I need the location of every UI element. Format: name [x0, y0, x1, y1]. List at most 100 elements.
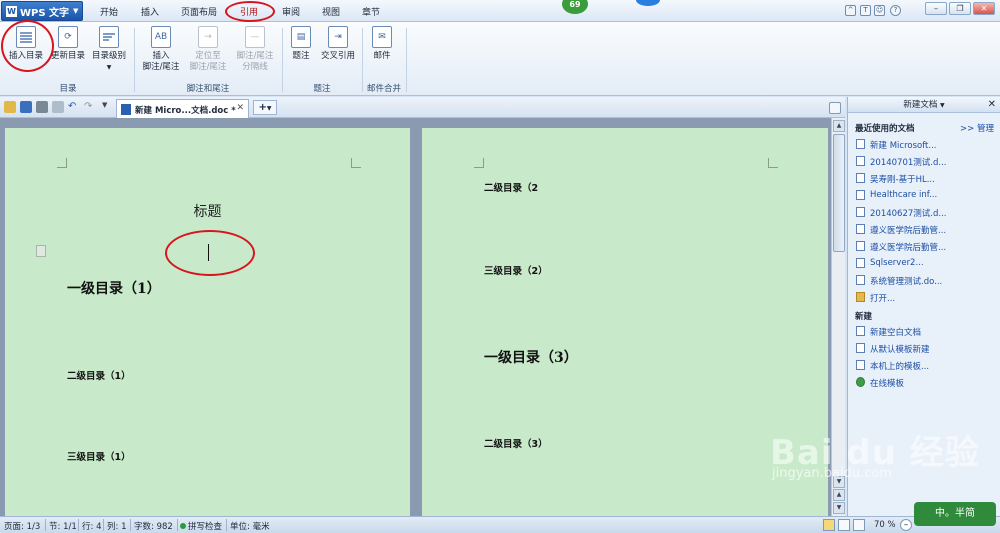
status-divider [226, 519, 227, 531]
ribbon-collapse-icon[interactable]: ^ [845, 5, 856, 16]
recent-doc-item[interactable]: 新建 Microsoft... [856, 139, 937, 151]
undo-icon[interactable]: ↶ [68, 101, 80, 113]
prev-page-icon[interactable]: ▲ [833, 489, 845, 501]
heading-level3: 三级目录（1） [67, 452, 131, 463]
recent-doc-item[interactable]: Sqlserver2... [856, 258, 924, 268]
scroll-up-icon[interactable]: ▲ [833, 120, 845, 132]
minimize-button[interactable]: – [925, 2, 947, 15]
group-label-footnote: 脚注和尾注 [186, 84, 230, 94]
menu-chapter[interactable]: 章节 [362, 5, 380, 18]
close-tab-icon[interactable]: ✕ [236, 103, 244, 113]
menu-review[interactable]: 审阅 [282, 5, 300, 18]
chevron-down-icon: ▼ [266, 105, 272, 112]
insert-footnote-button[interactable]: AB 插入 脚注/尾注 [139, 26, 183, 73]
goto-footnote-button[interactable]: → 定位至 脚注/尾注 [186, 26, 230, 73]
new-from-default-template-link[interactable]: 从默认模板新建 [856, 343, 930, 355]
print-preview-icon[interactable] [52, 101, 64, 113]
menu-view[interactable]: 视图 [322, 5, 340, 18]
print-icon[interactable] [36, 101, 48, 113]
cross-reference-icon: ⇥ [328, 26, 348, 48]
group-divider [406, 28, 407, 92]
recent-doc-item[interactable]: 遵义医学院后勤管... [856, 224, 947, 236]
close-button[interactable]: ✕ [973, 2, 995, 15]
page-view-icon[interactable] [823, 519, 835, 531]
toc-leader-line: ````````````````````````````````````````… [484, 410, 768, 416]
document-icon [856, 173, 865, 183]
wps-logo-icon: W [6, 5, 17, 17]
open-file-link[interactable]: 打开... [856, 292, 895, 304]
baidu-watermark-url: jingyan.baidu.com [772, 466, 892, 481]
chevron-down-icon: ▼ [106, 64, 112, 71]
template-icon [856, 360, 865, 370]
app-name: WPS 文字 [20, 7, 70, 19]
document-icon [856, 224, 865, 234]
zoom-level[interactable]: 70 % [874, 520, 896, 530]
spell-check-label: 拼写检查 [188, 522, 223, 532]
outline-view-icon[interactable] [838, 519, 850, 531]
recent-doc-item[interactable]: 20140701测试.d... [856, 156, 946, 168]
restore-button[interactable]: ❐ [949, 2, 971, 15]
toc-level-button[interactable]: 目录级别 ▼ [89, 26, 129, 73]
recent-doc-item[interactable]: 20140627测试.d... [856, 207, 946, 219]
web-view-icon[interactable] [853, 519, 865, 531]
recent-doc-item[interactable]: 系统管理测试.do... [856, 275, 942, 287]
recent-doc-label: 遵义医学院后勤管... [870, 226, 947, 236]
save-icon[interactable] [20, 101, 32, 113]
recent-doc-item[interactable]: 吴寿刚-基于HL... [856, 173, 935, 185]
menu-start[interactable]: 开始 [100, 5, 118, 18]
toc-leader-line: ````````````````````````````````````````… [89, 320, 353, 326]
highlight-ring-insert-toc [1, 20, 54, 72]
pane-toggle-icon[interactable] [829, 102, 841, 114]
redo-icon[interactable]: ↷ [84, 101, 96, 113]
status-divider [177, 519, 178, 531]
status-unit[interactable]: 单位: 毫米 [230, 520, 270, 532]
footnote-separator-button[interactable]: — 脚注/尾注 分隔线 [233, 26, 277, 73]
toc-leader-line: ````````````````````````````````````````… [484, 318, 588, 324]
online-templates-link[interactable]: 在线模板 [856, 377, 904, 389]
document-icon [856, 156, 865, 166]
ribbon-references: 插入目录 ⟳ 更新目录 目录级别 ▼ 目录 AB 插入 脚注/尾注 → 定位至 … [0, 22, 1000, 96]
update-toc-label: 更新目录 [50, 51, 85, 61]
update-toc-button[interactable]: ⟳ 更新目录 [48, 26, 88, 62]
quick-access-dropdown-icon[interactable]: ▼ [102, 101, 114, 113]
object-anchor-icon [36, 245, 46, 257]
app-menu-button[interactable]: W WPS 文字 ▼ [1, 1, 83, 21]
menu-page-layout[interactable]: 页面布局 [181, 5, 217, 18]
open-folder-icon[interactable] [4, 101, 16, 113]
skin-icon[interactable]: T [860, 5, 871, 16]
close-pane-icon[interactable]: ✕ [988, 97, 996, 113]
goto-footnote-label-2: 脚注/尾注 [189, 62, 227, 72]
group-label-caption: 题注 [313, 84, 331, 94]
zoom-out-icon[interactable]: – [900, 519, 912, 531]
cross-reference-button[interactable]: ⇥ 交叉引用 [318, 26, 358, 62]
local-templates-link[interactable]: 本机上的模板... [856, 360, 930, 372]
new-tab-button[interactable]: +▼ [253, 100, 277, 115]
task-pane-header[interactable]: 新建文档 ▼ ✕ [848, 97, 1000, 113]
user-icon[interactable]: ☺ [874, 5, 885, 16]
document-canvas[interactable]: 标题 一级目录（1） `````````````````````````````… [0, 118, 845, 516]
document-page-1[interactable]: 标题 一级目录（1） `````````````````````````````… [5, 128, 410, 516]
help-icon[interactable]: ? [890, 5, 901, 16]
manage-link[interactable]: >> 管理 [960, 122, 994, 134]
local-templates-label: 本机上的模板... [870, 362, 930, 372]
next-page-icon[interactable]: ▼ [833, 502, 845, 514]
toc-leader-line: ````````````````````````````````````````… [484, 492, 768, 498]
notification-badge[interactable]: 69 [562, 0, 588, 14]
menu-insert[interactable]: 插入 [141, 5, 159, 18]
new-blank-doc-link[interactable]: 新建空白文档 [856, 326, 921, 338]
spell-check-toggle[interactable]: 拼写检查 [180, 520, 222, 532]
toc-leader-line: ````````````````````````````````````````… [506, 470, 768, 476]
document-icon [856, 258, 865, 268]
status-divider [130, 519, 131, 531]
recent-doc-item[interactable]: Healthcare inf... [856, 190, 937, 200]
document-icon [856, 241, 865, 251]
mail-merge-button[interactable]: ✉ 邮件 [368, 26, 396, 62]
document-page-2[interactable]: 二级目录（2 `````````````````````````````````… [422, 128, 828, 516]
document-tab-title: 新建 Micro...文档.doc * [135, 106, 236, 116]
document-tab[interactable]: 新建 Micro...文档.doc * ✕ [116, 99, 249, 118]
scrollbar-thumb[interactable] [833, 134, 845, 252]
status-word-count[interactable]: 字数: 982 [134, 520, 173, 532]
recent-doc-item[interactable]: 遵义医学院后勤管... [856, 241, 947, 253]
recent-doc-label: 遵义医学院后勤管... [870, 243, 947, 253]
caption-button[interactable]: ▤ 题注 [288, 26, 314, 62]
